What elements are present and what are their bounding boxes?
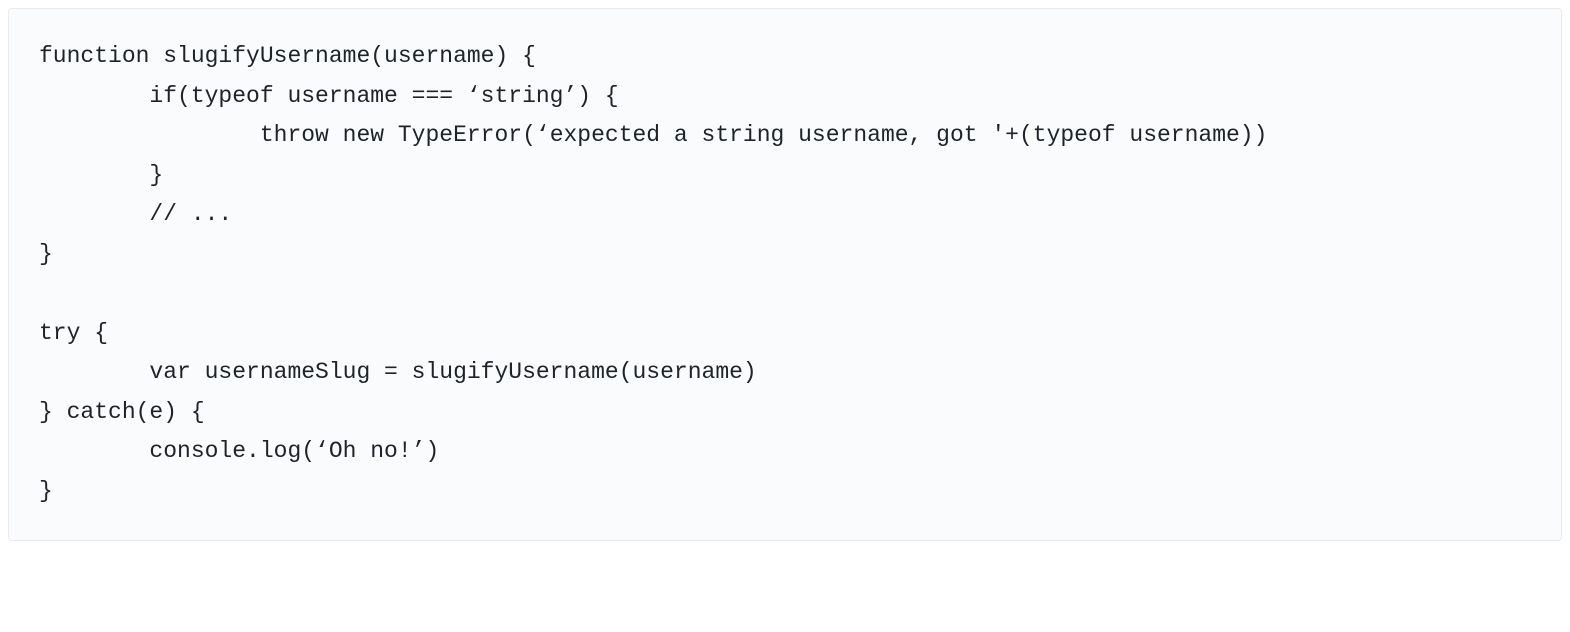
code-block[interactable]: function slugifyUsername(username) { if(…	[8, 8, 1562, 541]
code-line: function slugifyUsername(username) {	[39, 43, 536, 69]
code-line: }	[39, 478, 53, 504]
code-line: // ...	[39, 201, 232, 227]
code-line: } catch(e) {	[39, 399, 205, 425]
code-line: }	[39, 162, 163, 188]
code-line: throw new TypeError(‘expected a string u…	[39, 122, 1267, 148]
code-line: try {	[39, 320, 108, 346]
code-line: var usernameSlug = slugifyUsername(usern…	[39, 359, 757, 385]
code-line: console.log(‘Oh no!’)	[39, 438, 439, 464]
code-line: if(typeof username === ‘string’) {	[39, 83, 619, 109]
code-line: }	[39, 241, 53, 267]
